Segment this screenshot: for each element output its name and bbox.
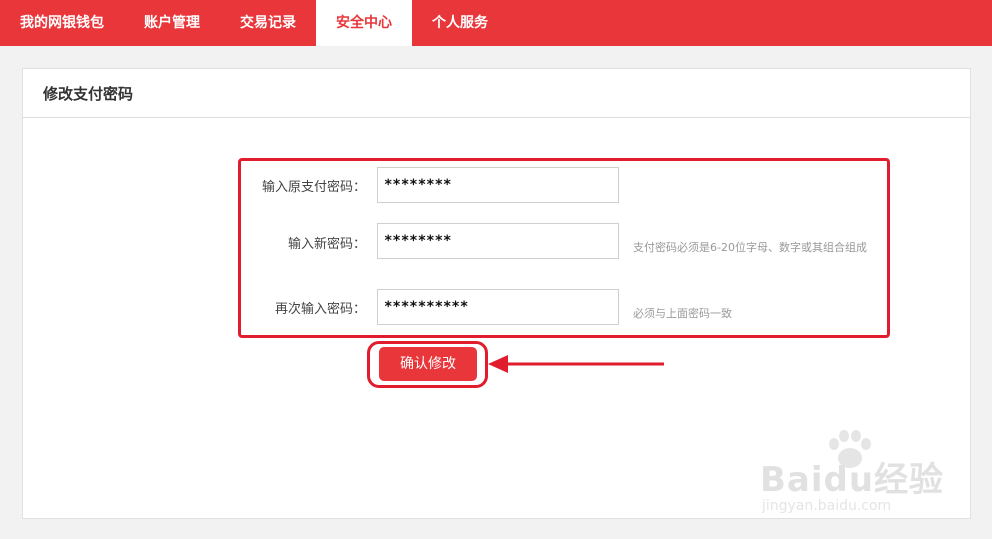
watermark-url: jingyan.baidu.com [762, 498, 892, 514]
old-password-label: 输入原支付密码： [261, 180, 366, 195]
tab-security-center[interactable]: 安全中心 [316, 0, 412, 46]
baidu-jingyan-watermark: Baidu经验 jingyan.baidu.com [760, 430, 950, 520]
watermark-brand: Baidu经验 [760, 460, 945, 500]
confirm-password-label: 再次输入密码： [274, 302, 366, 317]
annotation-arrow-icon [488, 355, 664, 373]
panel-title: 修改支付密码 [23, 69, 970, 118]
new-password-label: 输入新密码： [287, 237, 366, 252]
tab-my-wallet[interactable]: 我的网银钱包 [0, 0, 124, 46]
new-password-hint: 支付密码必须是6-20位字母、数字或其组合组成 [633, 241, 867, 254]
confirm-change-button[interactable]: 确认修改 [379, 347, 477, 381]
old-password-input[interactable]: ******** [377, 167, 619, 203]
confirm-password-input[interactable]: ********** [377, 289, 619, 325]
tab-transaction-records[interactable]: 交易记录 [220, 0, 316, 46]
tab-personal-services[interactable]: 个人服务 [412, 0, 508, 46]
confirm-password-hint: 必须与上面密码一致 [633, 307, 732, 320]
tab-account-management[interactable]: 账户管理 [124, 0, 220, 46]
new-password-input[interactable]: ******** [377, 223, 619, 259]
top-nav: 我的网银钱包 账户管理 交易记录 安全中心 个人服务 [0, 0, 992, 46]
